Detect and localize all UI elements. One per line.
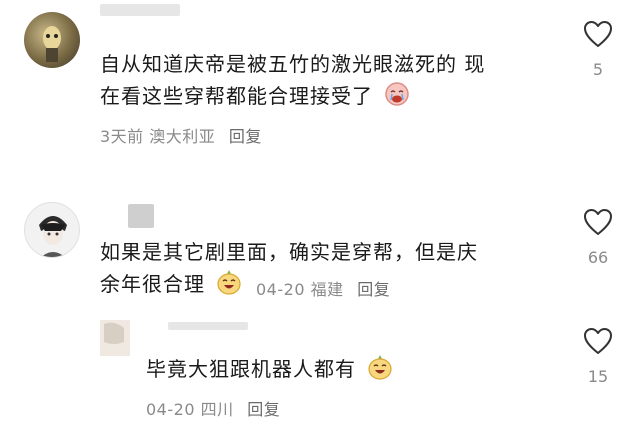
- comment-text: 余年很合理: [100, 269, 242, 303]
- comment-date: 04-20: [256, 280, 305, 299]
- username[interactable]: [100, 4, 180, 16]
- avatar[interactable]: [100, 320, 130, 356]
- username[interactable]: [168, 322, 248, 330]
- like-button[interactable]: 15: [578, 327, 618, 386]
- comment-location: 福建: [310, 280, 344, 299]
- heart-icon: [584, 21, 612, 47]
- comment-location: 四川: [200, 400, 234, 419]
- comment-meta: 04-20 四川 回复: [146, 396, 280, 420]
- avatar[interactable]: [24, 12, 80, 68]
- heart-icon: [584, 209, 612, 235]
- laughing-face-icon: [367, 354, 393, 388]
- like-count: 5: [592, 60, 604, 79]
- comment-meta: 3天前 澳大利亚 回复: [100, 123, 262, 147]
- comment-location: 澳大利亚: [149, 127, 216, 146]
- like-button[interactable]: 5: [578, 20, 618, 79]
- comment-meta: 04-20 福建 回复: [256, 276, 390, 300]
- comment-date: 3天前: [100, 127, 144, 146]
- avatar[interactable]: [24, 202, 80, 258]
- laughing-face-icon: [216, 269, 242, 303]
- like-button[interactable]: 66: [578, 208, 618, 267]
- reply-button[interactable]: 回复: [247, 400, 280, 419]
- heart-icon: [584, 328, 612, 354]
- crying-face-icon: [384, 81, 410, 115]
- like-count: 66: [587, 248, 609, 267]
- comment-text: 自从知道庆帝是被五竹的激光眼滋死的 现: [100, 52, 486, 76]
- username[interactable]: [128, 204, 154, 228]
- comment-text: 毕竟大狙跟机器人都有: [146, 354, 393, 388]
- comment-text: 在看这些穿帮都能合理接受了: [100, 81, 410, 115]
- reply-button[interactable]: 回复: [229, 127, 262, 146]
- comment-date: 04-20: [146, 400, 195, 419]
- reply-button[interactable]: 回复: [357, 280, 390, 299]
- like-count: 15: [587, 367, 609, 386]
- comment-text: 如果是其它剧里面，确实是穿帮，但是庆: [100, 240, 478, 264]
